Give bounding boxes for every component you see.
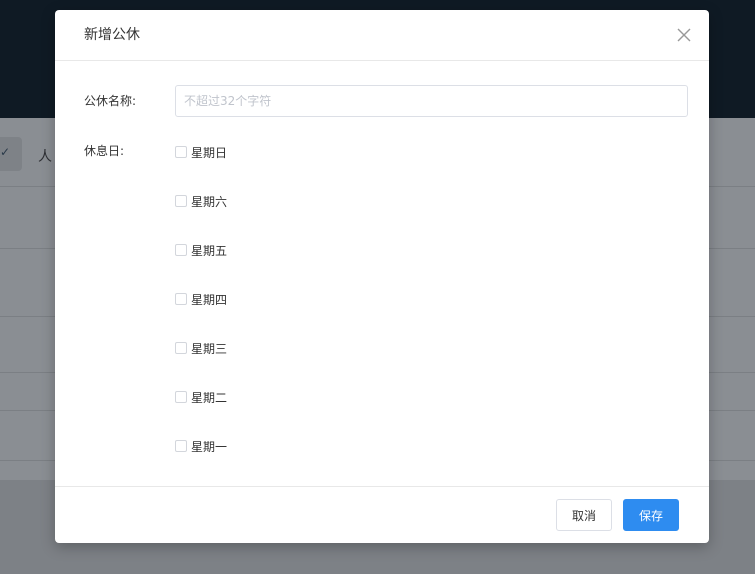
rest-day-option-sunday[interactable]: 星期日 <box>175 144 227 160</box>
dialog-header: 新增公休 <box>55 10 709 61</box>
rest-day-label: 星期一 <box>191 439 228 454</box>
page: ✓ 人 新增公休 公休名称: 休息日: 星期日 星期六 <box>0 0 755 574</box>
background-check-icon: ✓ <box>0 145 11 159</box>
rest-day-label: 星期六 <box>191 194 228 209</box>
save-button[interactable]: 保存 <box>623 499 679 531</box>
background-tab-label: 人 <box>38 149 52 165</box>
add-holiday-dialog: 新增公休 公休名称: 休息日: 星期日 星期六 星期五 星期四 <box>55 10 709 543</box>
rest-day-option-saturday[interactable]: 星期六 <box>175 193 227 209</box>
cancel-button[interactable]: 取消 <box>556 499 612 531</box>
checkbox[interactable] <box>175 293 187 305</box>
checkbox[interactable] <box>175 440 187 452</box>
rest-days-label: 休息日: <box>84 144 125 158</box>
checkbox[interactable] <box>175 195 187 207</box>
close-icon[interactable] <box>675 26 693 44</box>
checkbox[interactable] <box>175 342 187 354</box>
rest-day-option-monday[interactable]: 星期一 <box>175 438 227 454</box>
rest-day-label: 星期五 <box>191 243 228 258</box>
rest-day-label: 星期二 <box>191 390 228 405</box>
rest-day-option-friday[interactable]: 星期五 <box>175 242 227 258</box>
checkbox[interactable] <box>175 146 187 158</box>
checkbox[interactable] <box>175 391 187 403</box>
rest-day-option-wednesday[interactable]: 星期三 <box>175 340 227 356</box>
rest-day-label: 星期日 <box>191 145 228 160</box>
rest-day-option-tuesday[interactable]: 星期二 <box>175 389 227 405</box>
holiday-name-label: 公休名称: <box>84 94 137 108</box>
rest-day-label: 星期三 <box>191 341 228 356</box>
rest-day-option-thursday[interactable]: 星期四 <box>175 291 227 307</box>
dialog-footer: 取消 保存 <box>55 486 709 544</box>
holiday-name-input[interactable] <box>175 85 688 117</box>
dialog-title: 新增公休 <box>84 27 140 43</box>
rest-day-label: 星期四 <box>191 292 228 307</box>
checkbox[interactable] <box>175 244 187 256</box>
